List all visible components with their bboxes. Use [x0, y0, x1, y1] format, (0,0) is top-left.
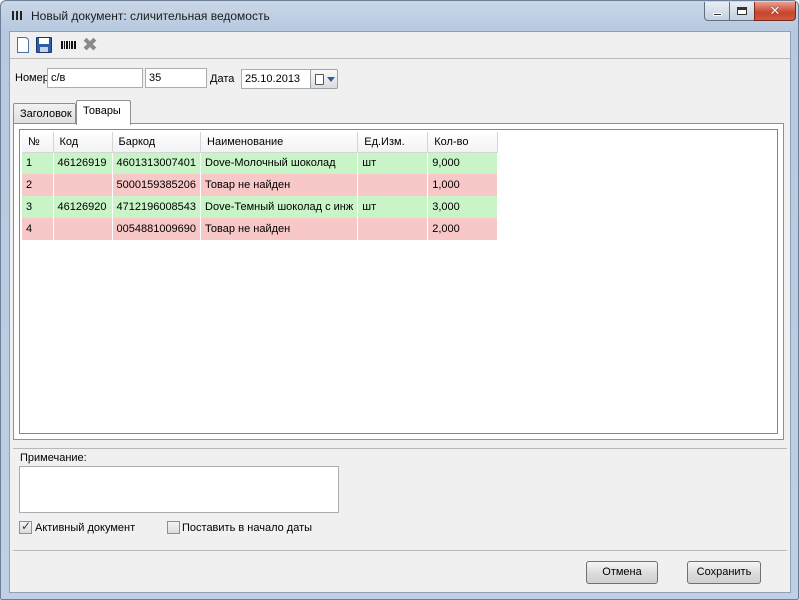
goods-tab-panel: № Код Баркод Наименование Ед.Изм. Кол-во… — [13, 123, 784, 440]
toolbar-divider — [10, 58, 790, 59]
cell-code[interactable] — [53, 174, 113, 196]
column-header-code[interactable]: Код — [53, 132, 113, 153]
save-button[interactable]: Сохранить — [687, 561, 761, 584]
cell-barcode[interactable]: 0054881009690 — [112, 218, 202, 240]
cell-name[interactable]: Товар не найден — [200, 218, 359, 240]
save-icon[interactable] — [34, 35, 54, 55]
cell-name[interactable]: Товар не найден — [200, 174, 359, 196]
minimize-icon — [712, 12, 722, 16]
window-client-area: ✖ Номер с/в 35 Дата 25.10.2013 Заголовок… — [9, 31, 791, 593]
cell-unit[interactable]: шт — [357, 152, 429, 174]
cell-unit[interactable]: шт — [357, 196, 429, 218]
column-header-name[interactable]: Наименование — [200, 132, 359, 153]
grid-header-row: № Код Баркод Наименование Ед.Изм. Кол-во — [22, 132, 499, 153]
tab-header[interactable]: Заголовок — [13, 103, 76, 124]
put-first-checkbox[interactable] — [167, 521, 180, 534]
cell-number[interactable]: 4 — [22, 218, 54, 240]
new-document-icon[interactable] — [13, 35, 33, 55]
note-label: Примечание: — [20, 452, 87, 464]
date-field[interactable]: 25.10.2013 — [241, 69, 311, 89]
date-picker-button[interactable] — [310, 69, 338, 89]
active-document-label[interactable]: Активный документ — [35, 522, 135, 534]
put-first-label[interactable]: Поставить в начало даты — [182, 522, 312, 534]
tab-goods[interactable]: Товары — [76, 100, 131, 125]
window-title: Новый документ: сличительная ведомость — [31, 9, 270, 23]
cell-name[interactable]: Dove-Молочный шоколад — [200, 152, 359, 174]
footer-divider — [13, 550, 787, 551]
table-row[interactable]: 4 0054881009690 Товар не найден 2,000 — [22, 218, 499, 240]
cell-number[interactable]: 2 — [22, 174, 54, 196]
table-row[interactable]: 1 46126919 4601313007401 Dove-Молочный шоко… — [22, 152, 499, 174]
cell-barcode[interactable]: 4712196008543 — [112, 196, 202, 218]
number-field[interactable]: 35 — [145, 68, 207, 88]
note-textarea[interactable] — [19, 466, 339, 513]
cell-number[interactable]: 1 — [22, 152, 54, 174]
title-bar[interactable]: Новый документ: сличительная ведомость ✕ — [1, 1, 798, 31]
cancel-button[interactable]: Отмена — [586, 561, 658, 584]
toolbar: ✖ — [10, 32, 790, 58]
cell-quantity[interactable]: 1,000 — [427, 174, 499, 196]
active-document-checkbox[interactable] — [19, 519, 32, 534]
cell-name[interactable]: Dove-Темный шоколад с инж — [200, 196, 359, 218]
number-prefix-field[interactable]: с/в — [47, 68, 143, 88]
cell-code[interactable]: 46126919 — [53, 152, 113, 174]
maximize-icon — [737, 7, 747, 15]
delete-icon[interactable]: ✖ — [80, 35, 100, 55]
cell-unit[interactable] — [357, 174, 429, 196]
cell-code[interactable] — [53, 218, 113, 240]
app-icon — [11, 9, 23, 21]
cell-barcode[interactable]: 5000159385206 — [112, 174, 202, 196]
document-window: Новый документ: сличительная ведомость ✕… — [0, 0, 799, 600]
close-button[interactable]: ✕ — [754, 2, 796, 21]
minimize-button[interactable] — [704, 2, 730, 21]
barcode-icon[interactable] — [59, 35, 79, 55]
chevron-down-icon — [327, 77, 335, 82]
column-header-barcode[interactable]: Баркод — [112, 132, 202, 153]
goods-table: № Код Баркод Наименование Ед.Изм. Кол-во… — [22, 132, 499, 240]
cell-number[interactable]: 3 — [22, 196, 54, 218]
number-label: Номер — [15, 72, 49, 84]
cell-quantity[interactable]: 3,000 — [427, 196, 499, 218]
date-label: Дата — [210, 73, 235, 85]
column-header-quantity[interactable]: Кол-во — [427, 132, 499, 153]
calendar-icon — [315, 74, 324, 85]
cell-quantity[interactable]: 9,000 — [427, 152, 499, 174]
cell-unit[interactable] — [357, 218, 429, 240]
maximize-button[interactable] — [729, 2, 755, 21]
table-row[interactable]: 3 46126920 4712196008543 Dove-Темный шокола… — [22, 196, 499, 218]
column-header-unit[interactable]: Ед.Изм. — [357, 132, 429, 153]
cell-quantity[interactable]: 2,000 — [427, 218, 499, 240]
cell-barcode[interactable]: 4601313007401 — [112, 152, 202, 174]
goods-grid[interactable]: № Код Баркод Наименование Ед.Изм. Кол-во… — [19, 129, 778, 434]
grid-divider — [13, 448, 787, 449]
close-icon: ✕ — [769, 3, 781, 19]
cell-code[interactable]: 46126920 — [53, 196, 113, 218]
table-row[interactable]: 2 5000159385206 Товар не найден 1,000 — [22, 174, 499, 196]
column-header-number[interactable]: № — [22, 132, 54, 153]
